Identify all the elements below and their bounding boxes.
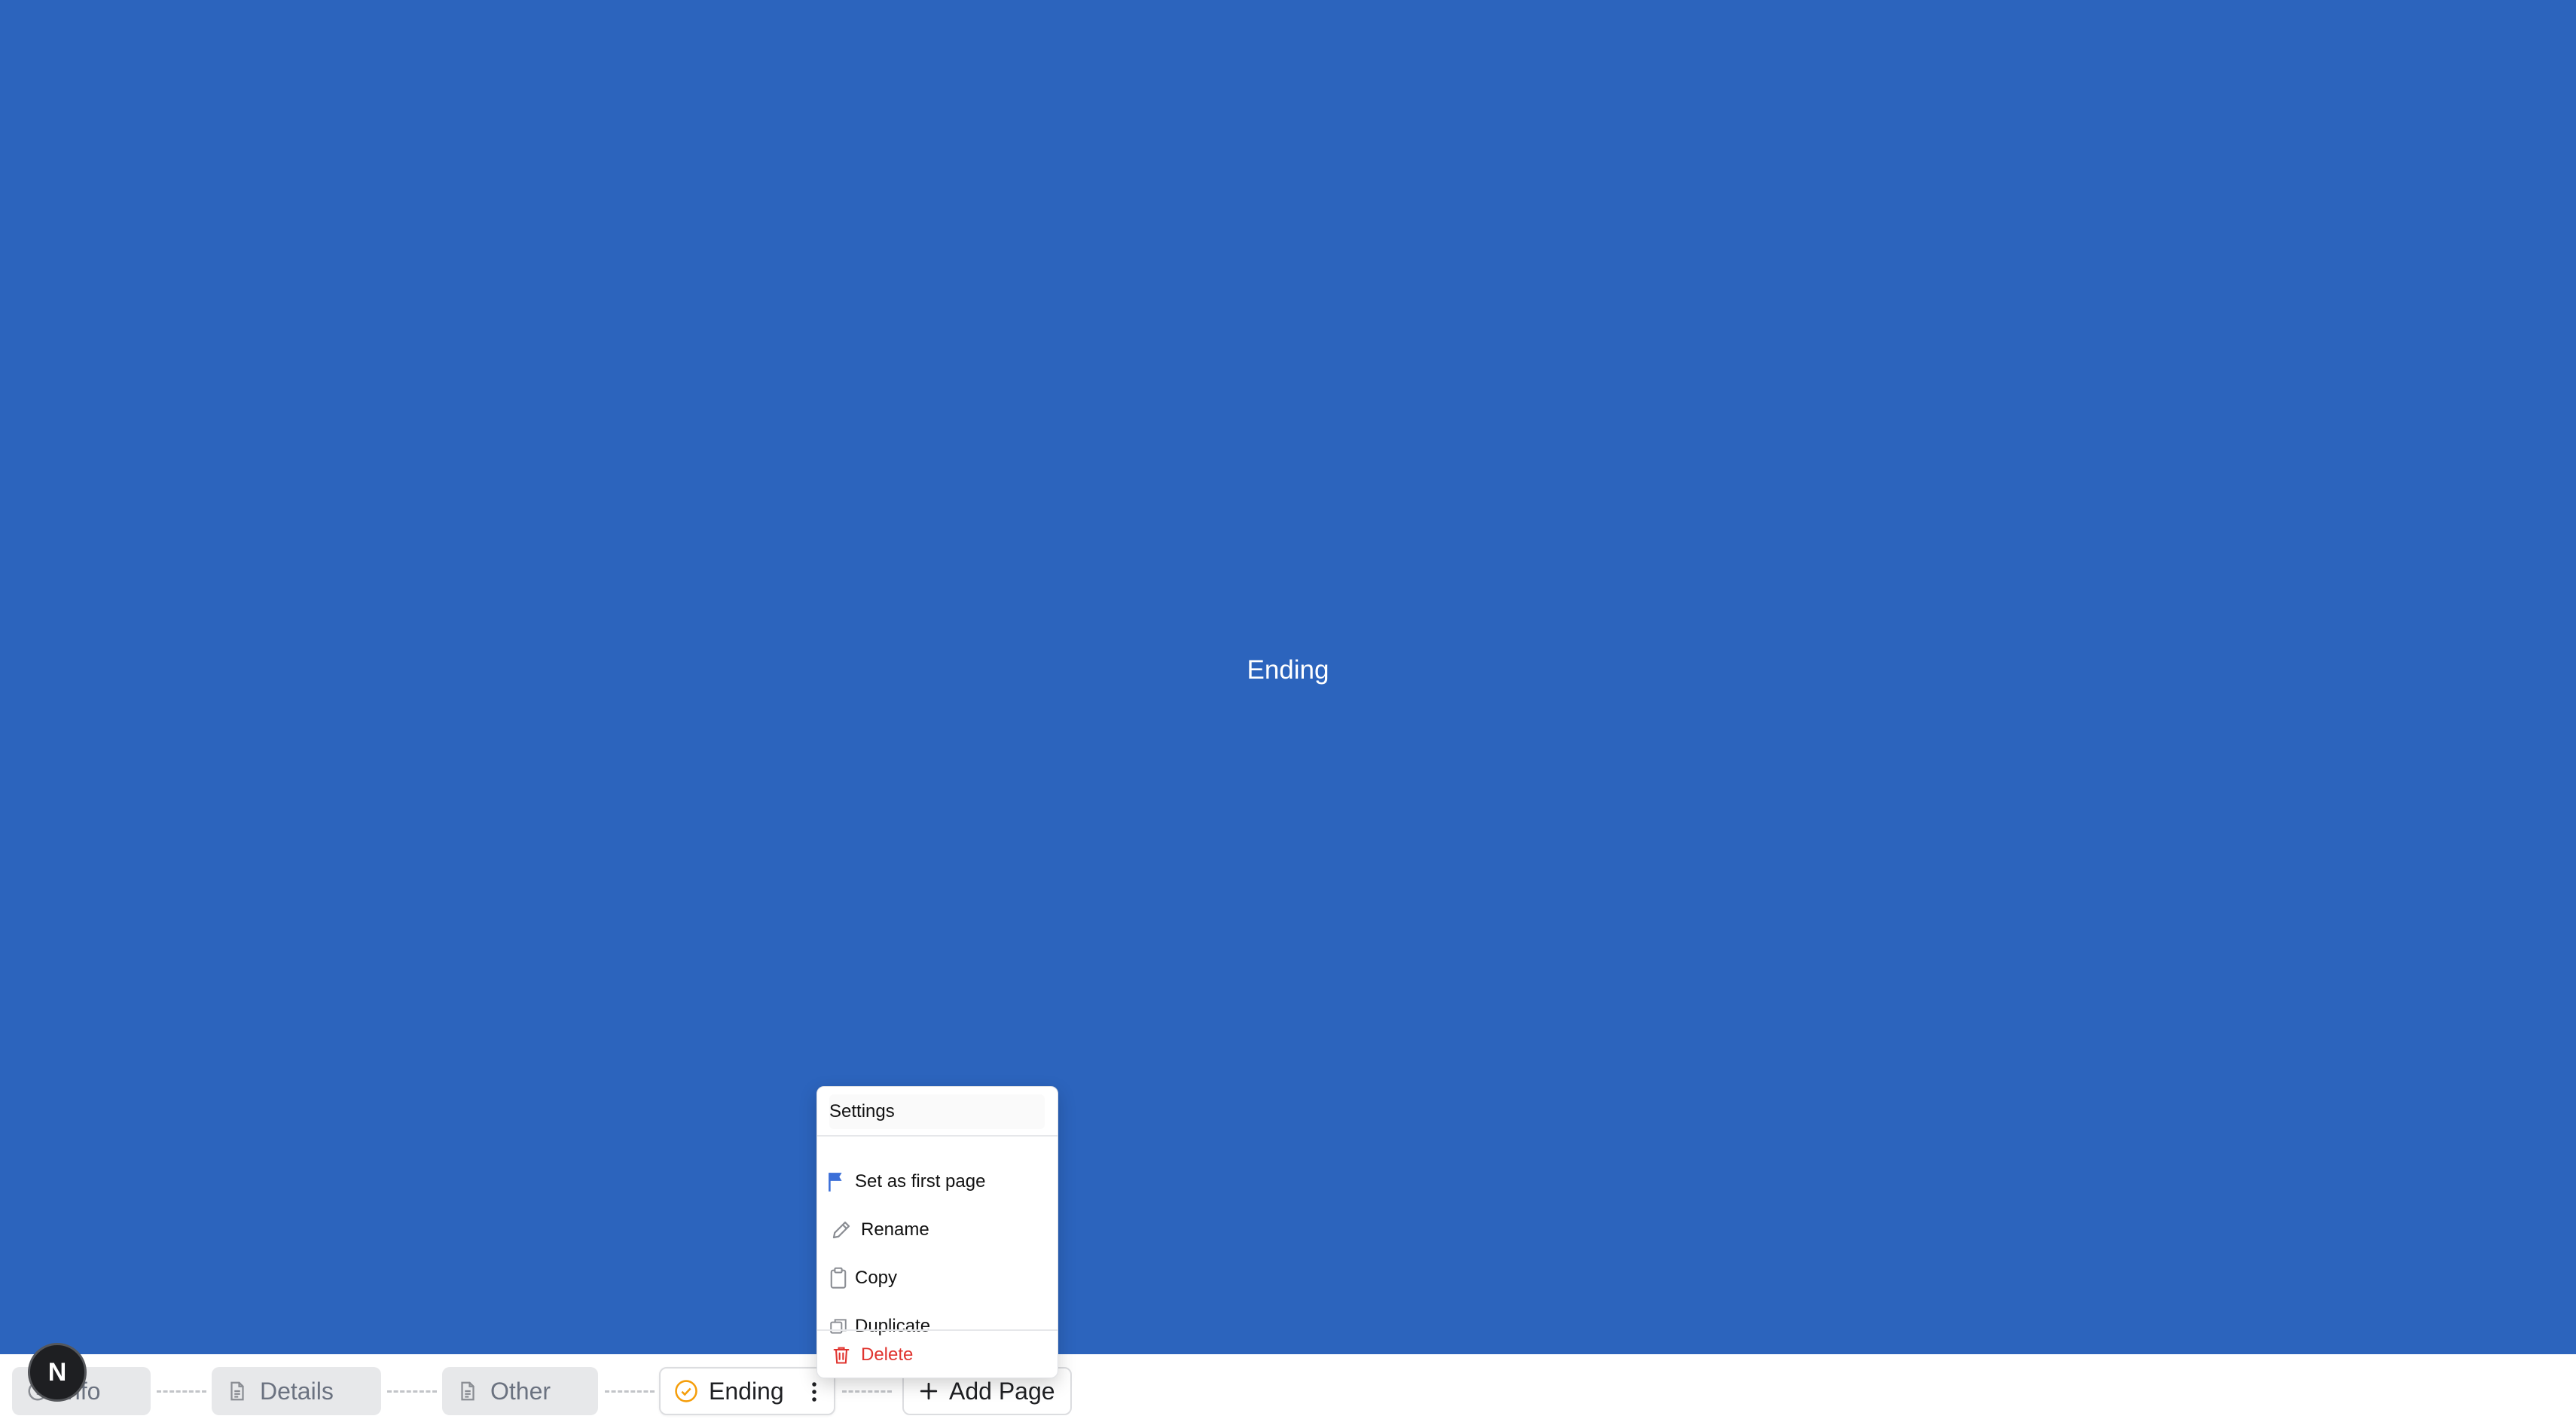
page-connector (605, 1390, 655, 1393)
document-icon (222, 1376, 252, 1406)
menu-item-set-first-page[interactable]: Set as first page (828, 1161, 1048, 1203)
page-tab-label: Details (260, 1377, 334, 1405)
avatar[interactable]: N (28, 1343, 87, 1402)
menu-item-copy[interactable]: Copy (828, 1257, 1048, 1299)
page-connector (387, 1390, 437, 1393)
canvas-page-title: Ending (1247, 655, 1329, 685)
check-circle-icon (671, 1376, 701, 1406)
page-context-menu: Settings Set as first page Rename Copy D… (816, 1086, 1058, 1378)
more-options-icon[interactable] (804, 1378, 825, 1406)
page-connector (842, 1390, 892, 1393)
menu-item-label: Copy (855, 1268, 898, 1288)
plus-icon (919, 1381, 939, 1401)
page-tab-label: Other (490, 1377, 551, 1405)
menu-item-delete[interactable]: Delete (828, 1334, 1048, 1376)
page-tab-label: Ending (709, 1377, 784, 1405)
page-tab-other[interactable]: Other (442, 1367, 598, 1415)
add-page-label: Add Page (949, 1377, 1055, 1405)
menu-divider (817, 1135, 1058, 1137)
trash-icon (828, 1341, 855, 1369)
menu-item-label: Set as first page (855, 1171, 986, 1192)
page-connector (157, 1390, 206, 1393)
page-navigation-bar (0, 1354, 2576, 1422)
menu-header-label: Settings (829, 1101, 895, 1121)
page-canvas: Ending (0, 0, 2576, 1354)
menu-item-label: Delete (861, 1344, 914, 1365)
menu-item-rename[interactable]: Rename (828, 1209, 1048, 1251)
menu-item-label: Rename (861, 1219, 929, 1240)
flag-icon (828, 1168, 844, 1195)
page-tab-details[interactable]: Details (212, 1367, 381, 1415)
document-icon (453, 1376, 483, 1406)
avatar-letter: N (47, 1357, 67, 1387)
clipboard-icon (828, 1265, 849, 1292)
page-tab-ending[interactable]: Ending (659, 1367, 835, 1415)
menu-header: Settings (829, 1094, 1045, 1129)
menu-divider (817, 1329, 1058, 1331)
pencil-icon (828, 1216, 855, 1243)
